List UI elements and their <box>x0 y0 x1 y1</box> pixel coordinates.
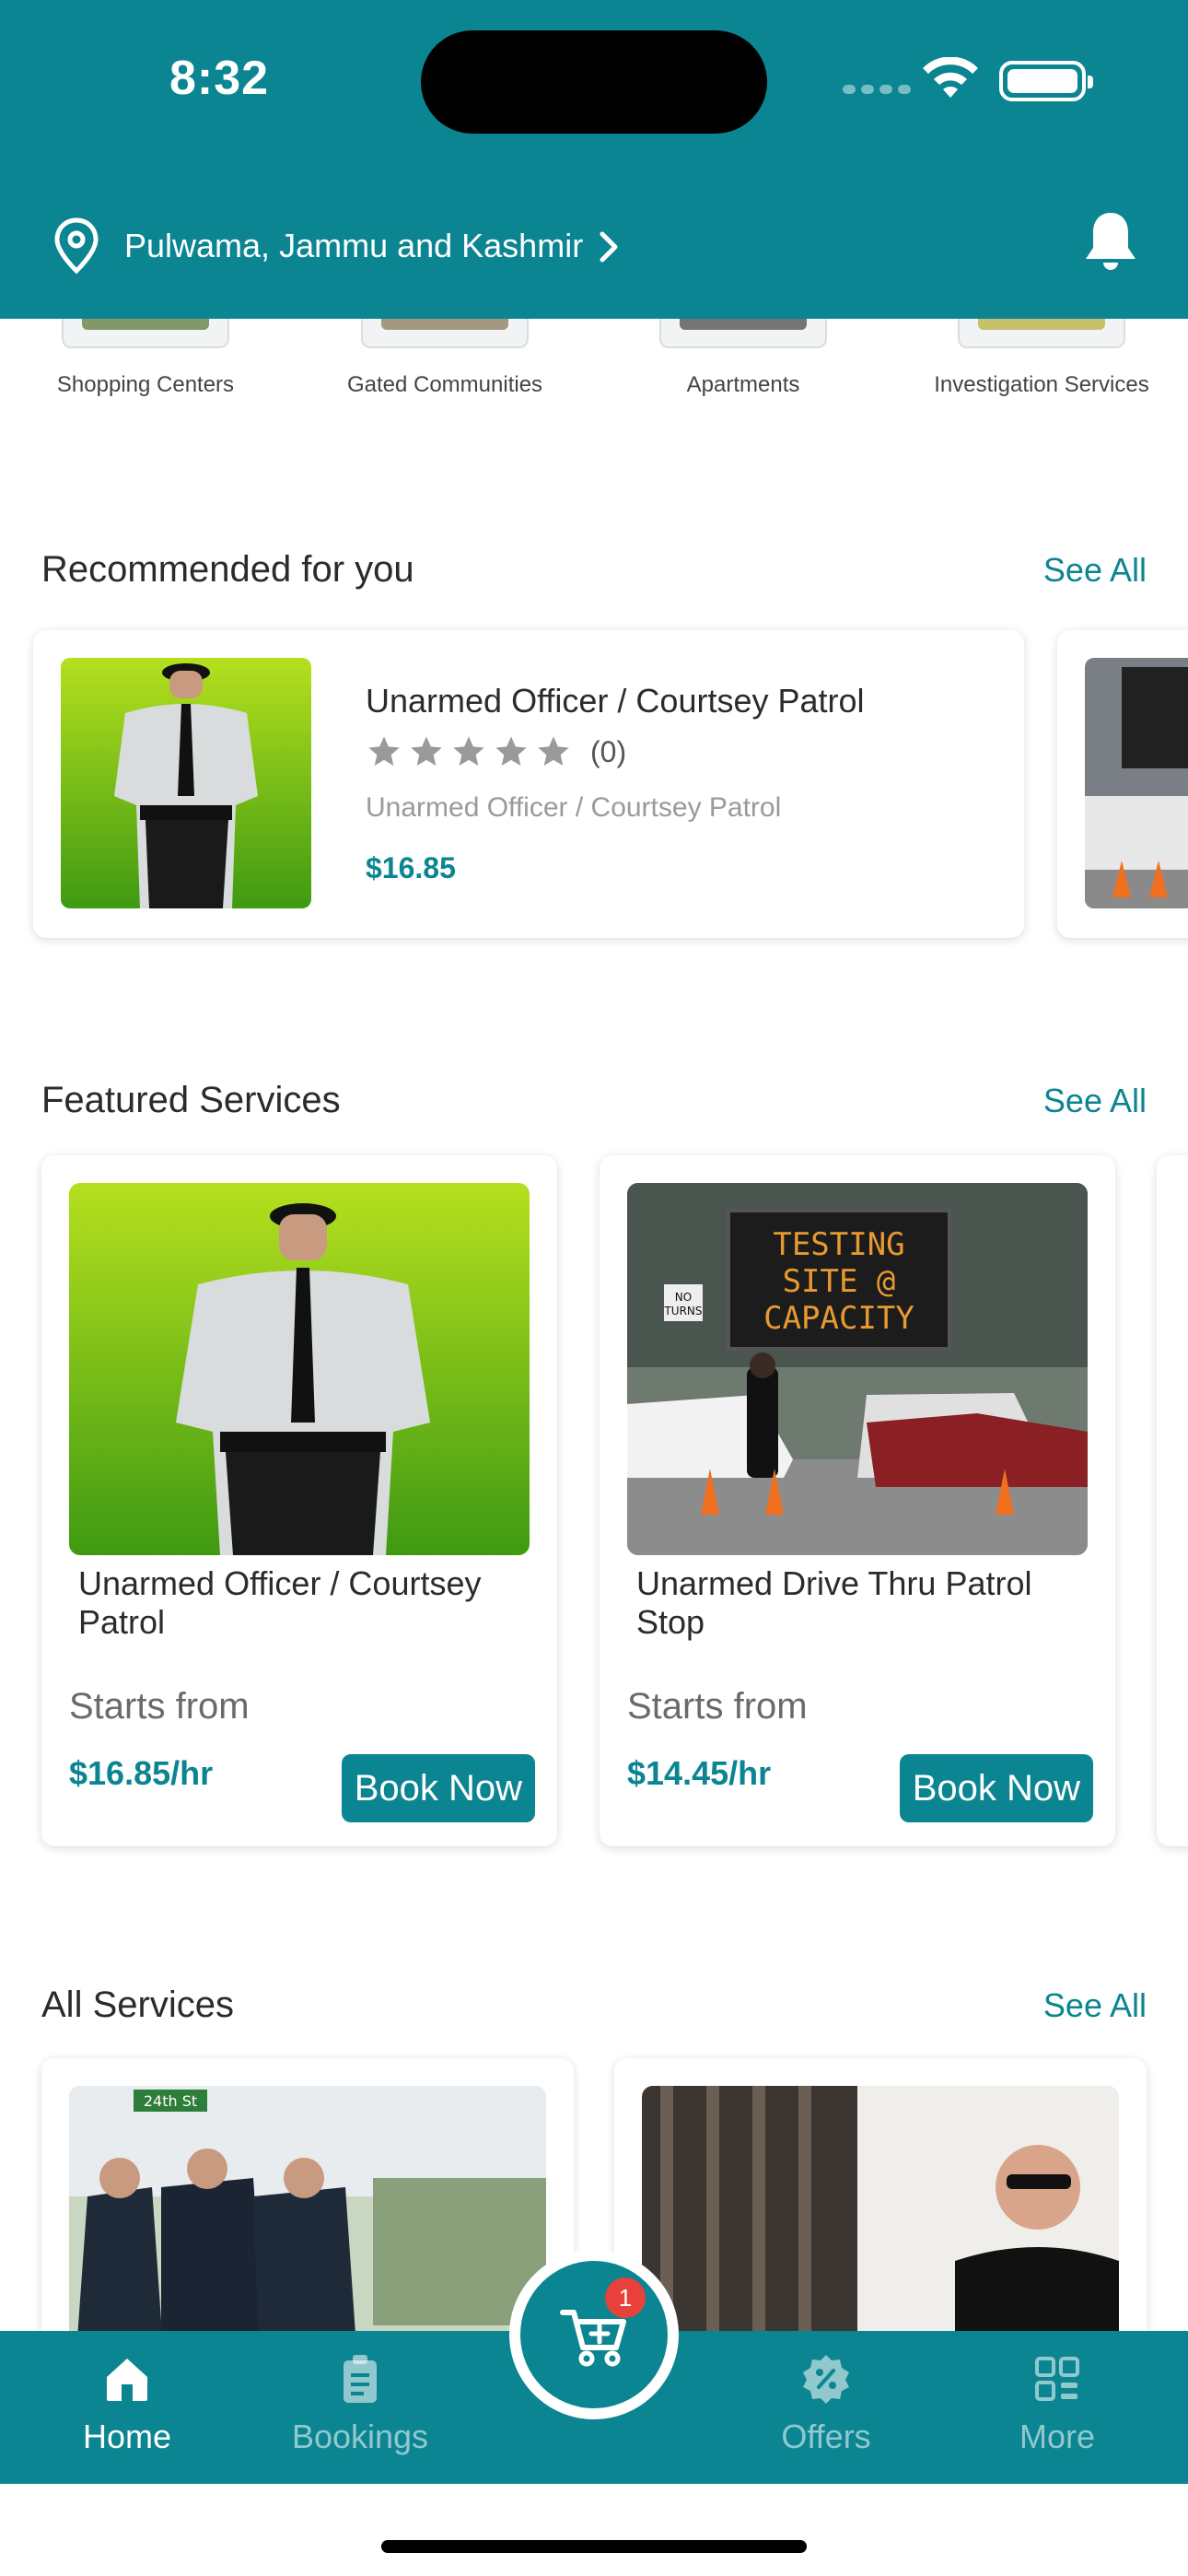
all-services-see-all-link[interactable]: See All <box>1043 1986 1147 2025</box>
recommended-service-subtitle: Unarmed Officer / Courtsey Patrol <box>366 792 782 823</box>
star-icon <box>495 736 527 766</box>
svg-text:CAPACITY: CAPACITY <box>763 1300 914 1337</box>
tab-bookings[interactable]: Bookings <box>268 2351 452 2456</box>
tab-label: Home <box>82 2418 172 2455</box>
category-image <box>659 319 827 348</box>
recommended-service-price: $16.85 <box>366 851 456 884</box>
category-image <box>361 319 529 348</box>
battery-icon <box>999 61 1093 101</box>
recommended-title: Recommended for you <box>41 549 414 590</box>
checkpoint-photo <box>1085 658 1188 908</box>
category-image <box>958 319 1125 348</box>
recommended-card[interactable]: Unarmed Officer / Courtsey Patrol (0) Un… <box>33 630 1024 938</box>
category-image <box>62 319 229 348</box>
location-label[interactable]: Pulwama, Jammu and Kashmir <box>124 227 583 265</box>
officer-photo <box>61 658 311 908</box>
cart-button[interactable]: 1 <box>509 2250 679 2419</box>
featured-title: Featured Services <box>41 1080 341 1120</box>
cellular-signal-icon <box>843 85 911 94</box>
discount-badge-icon <box>803 2355 849 2404</box>
svg-text:NO: NO <box>675 1291 692 1304</box>
featured-service-name: Unarmed Drive Thru Patrol Stop <box>636 1564 1032 1641</box>
starts-from-label: Starts from <box>69 1686 250 1727</box>
recommended-service-name: Unarmed Officer / Courtsey Patrol <box>366 682 865 720</box>
tab-home[interactable]: Home <box>35 2351 219 2456</box>
tab-more[interactable]: More <box>965 2351 1149 2456</box>
featured-service-price: $14.45/hr <box>627 1754 772 1792</box>
star-icon <box>538 736 569 766</box>
featured-service-price: $16.85/hr <box>69 1754 214 1792</box>
notification-bell-icon[interactable] <box>1082 209 1139 274</box>
officer-photo <box>69 1183 530 1555</box>
tab-label: Bookings <box>291 2418 429 2455</box>
recommended-card-peek[interactable] <box>1057 630 1188 938</box>
category-shopping-centers[interactable]: Shopping Centers <box>35 319 256 398</box>
app-screen: 8:32 Pulwama, Jammu and Kashmir Shopping… <box>0 0 1188 2576</box>
featured-card[interactable]: TESTING SITE @ CAPACITY NO TURNS Unarmed… <box>600 1155 1115 1846</box>
home-icon <box>107 2359 147 2401</box>
book-now-button[interactable]: Book Now <box>341 1754 535 1822</box>
cart-count-badge: 1 <box>605 2277 646 2318</box>
clipboard-icon <box>344 2355 377 2403</box>
category-label: Gated Communities <box>346 372 543 397</box>
star-icon <box>453 736 484 766</box>
category-label: Apartments <box>686 372 800 397</box>
book-now-button[interactable]: Book Now <box>899 1754 1093 1822</box>
rating-count: (0) <box>590 734 627 768</box>
street-sign-text: 24th St <box>144 2092 197 2110</box>
starts-from-label: Starts from <box>627 1686 808 1727</box>
tab-label: Offers <box>781 2418 871 2455</box>
all-services-title: All Services <box>41 1985 234 2025</box>
star-icon <box>368 736 400 766</box>
chevron-right-icon[interactable] <box>597 230 621 263</box>
featured-see-all-link[interactable]: See All <box>1043 1082 1147 1120</box>
tab-label: More <box>1019 2418 1096 2455</box>
svg-text:SITE @: SITE @ <box>783 1263 896 1300</box>
rating-stars: (0) <box>366 733 626 770</box>
tab-offers[interactable]: Offers <box>734 2351 918 2456</box>
category-gated-communities[interactable]: Gated Communities <box>334 319 555 398</box>
category-apartments[interactable]: Apartments <box>633 319 854 398</box>
dynamic-island <box>421 30 767 134</box>
checkpoint-photo: TESTING SITE @ CAPACITY NO TURNS <box>627 1183 1088 1555</box>
recommended-see-all-link[interactable]: See All <box>1043 551 1147 590</box>
category-label: Shopping Centers <box>56 372 235 397</box>
status-time: 8:32 <box>169 52 270 105</box>
category-investigation-services[interactable]: Investigation Services <box>931 319 1152 398</box>
location-pin-icon[interactable] <box>53 217 99 275</box>
star-icon <box>411 736 442 766</box>
featured-card[interactable]: Unarmed Officer / Courtsey Patrol Starts… <box>41 1155 557 1846</box>
sign-text: TESTING <box>773 1226 904 1263</box>
wifi-icon <box>923 57 978 98</box>
home-indicator[interactable] <box>381 2540 807 2553</box>
featured-card-peek[interactable] <box>1157 1155 1188 1846</box>
featured-service-name: Unarmed Officer / Courtsey Patrol <box>78 1564 482 1641</box>
top-header: 8:32 Pulwama, Jammu and Kashmir <box>0 0 1188 319</box>
category-label: Investigation Services <box>934 372 1149 397</box>
cart-button-circle <box>520 2261 668 2408</box>
grid-icon <box>1035 2357 1079 2401</box>
svg-text:TURNS: TURNS <box>663 1305 702 1317</box>
